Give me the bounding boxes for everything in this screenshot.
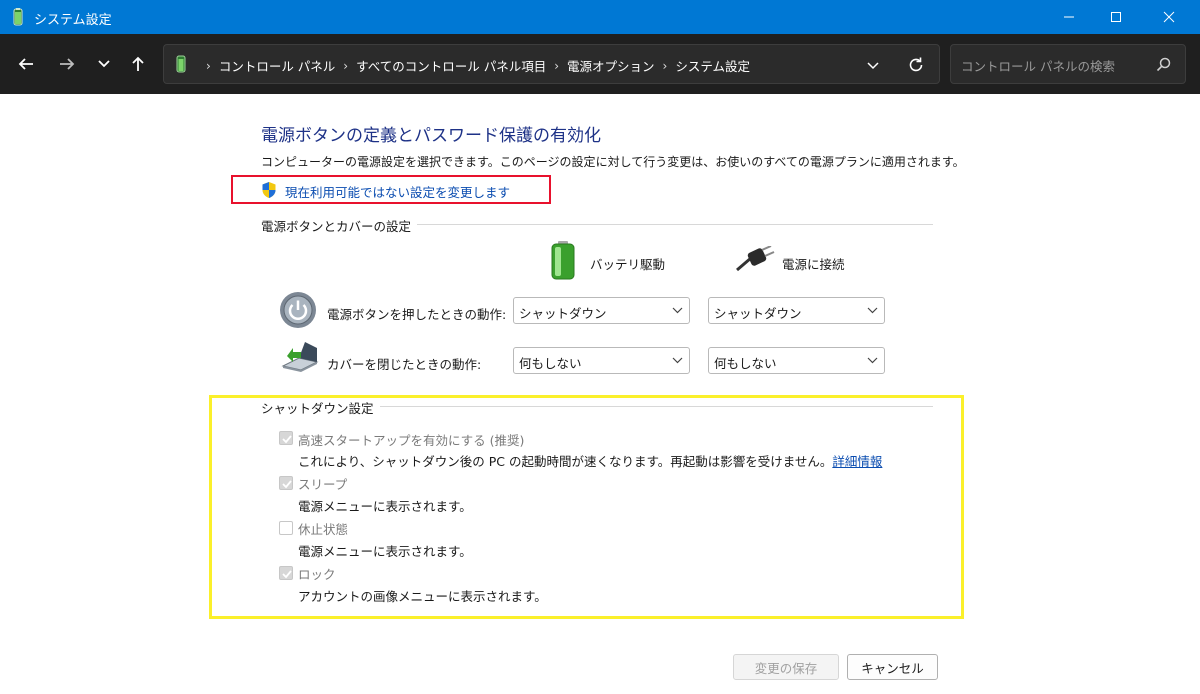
more-info-link[interactable]: 詳細情報	[832, 454, 882, 469]
checkmark-icon	[282, 480, 292, 489]
close-lid-plugged-select[interactable]: 何もしない	[708, 347, 885, 374]
forward-button[interactable]	[53, 50, 81, 78]
checkmark-icon	[282, 570, 292, 579]
hibernate-label: 休止状態	[298, 522, 349, 537]
save-changes-button[interactable]: 変更の保存	[733, 654, 839, 680]
chevron-down-icon	[867, 357, 878, 364]
breadcrumb-power-options[interactable]: 電源オプション	[567, 56, 655, 75]
arrow-up-icon	[132, 56, 144, 71]
fast-startup-checkbox[interactable]	[279, 431, 293, 445]
window-title: システム設定	[34, 13, 112, 28]
address-bar[interactable]: › コントロール パネル › すべてのコントロール パネル項目 › 電源オプショ…	[163, 44, 940, 84]
main-content: 電源ボタンの定義とパスワード保護の有効化 コンピューターの電源設定を選択できます…	[0, 94, 1200, 694]
title-bar[interactable]: システム設定	[0, 0, 1200, 34]
breadcrumb-separator-icon: ›	[662, 58, 668, 73]
lock-checkbox[interactable]	[279, 566, 293, 580]
refresh-button[interactable]	[906, 55, 926, 75]
lock-description: アカウントの画像メニューに表示されます。	[298, 589, 547, 604]
navigation-bar: › コントロール パネル › すべてのコントロール パネル項目 › 電源オプショ…	[0, 34, 1200, 94]
chevron-down-icon	[867, 307, 878, 314]
breadcrumb-separator-icon: ›	[343, 58, 349, 73]
plugged-in-column-label: 電源に接続	[782, 257, 845, 272]
power-button-battery-select[interactable]: シャットダウン	[513, 297, 690, 324]
shutdown-section-title: シャットダウン設定	[261, 398, 380, 417]
hibernate-description: 電源メニューに表示されます。	[298, 544, 472, 559]
power-button-icon	[279, 291, 317, 333]
power-button-plugged-select[interactable]: シャットダウン	[708, 297, 885, 324]
hibernate-checkbox[interactable]	[279, 521, 293, 535]
arrow-right-icon	[60, 58, 75, 70]
uac-shield-icon	[261, 181, 277, 199]
system-settings-window: システム設定 › コントロール パネル › すべてのコントロール パネル項目 ›…	[0, 0, 1200, 694]
battery-app-icon	[10, 8, 26, 26]
selected-value: 何もしない	[519, 356, 582, 371]
control-panel-icon	[174, 55, 188, 73]
fast-startup-description: これにより、シャットダウン後の PC の起動時間が速くなります。再起動は影響を受…	[298, 451, 882, 470]
close-button[interactable]	[1146, 0, 1192, 34]
fast-startup-description-text: これにより、シャットダウン後の PC の起動時間が速くなります。再起動は影響を受…	[298, 454, 833, 469]
power-buttons-section-title: 電源ボタンとカバーの設定	[261, 216, 418, 235]
chevron-down-icon	[672, 307, 683, 314]
recent-locations-button[interactable]	[90, 50, 118, 78]
minimize-icon	[1064, 16, 1074, 18]
laptop-lid-icon	[279, 340, 319, 378]
address-history-dropdown[interactable]	[864, 56, 882, 74]
search-icon[interactable]	[1155, 56, 1173, 74]
search-placeholder: コントロール パネルの検索	[961, 59, 1115, 74]
up-button[interactable]	[124, 50, 152, 78]
battery-column-label: バッテリ駆動	[590, 257, 666, 272]
breadcrumb-all-items[interactable]: すべてのコントロール パネル項目	[356, 56, 546, 75]
chevron-down-icon	[867, 62, 879, 70]
page-description: コンピューターの電源設定を選択できます。このページの設定に対して行う変更は、お使…	[261, 155, 965, 169]
fast-startup-label: 高速スタートアップを有効にする (推奨)	[298, 433, 525, 448]
breadcrumb-separator-icon: ›	[206, 58, 211, 73]
cancel-button[interactable]: キャンセル	[847, 654, 938, 680]
lock-label: ロック	[298, 567, 336, 582]
sleep-checkbox[interactable]	[279, 476, 293, 490]
breadcrumb-separator-icon: ›	[554, 58, 560, 73]
breadcrumb-control-panel[interactable]: コントロール パネル	[219, 56, 335, 75]
close-icon	[1163, 11, 1175, 23]
page-title: 電源ボタンの定義とパスワード保護の有効化	[261, 126, 601, 146]
minimize-button[interactable]	[1046, 0, 1092, 34]
arrow-left-icon	[18, 58, 33, 70]
power-button-action-label: 電源ボタンを押したときの動作:	[327, 307, 507, 322]
change-unavailable-settings-link[interactable]: 現在利用可能ではない設定を変更します	[285, 182, 510, 201]
search-box[interactable]: コントロール パネルの検索	[950, 44, 1186, 84]
chevron-down-icon	[672, 357, 683, 364]
sleep-label: スリープ	[298, 477, 348, 492]
sleep-description: 電源メニューに表示されます。	[298, 499, 472, 514]
selected-value: 何もしない	[714, 356, 777, 371]
chevron-down-icon	[98, 60, 110, 68]
battery-icon	[549, 240, 577, 284]
breadcrumb-system-settings[interactable]: システム設定	[675, 56, 750, 75]
selected-value: シャットダウン	[519, 306, 607, 321]
breadcrumb: › コントロール パネル › すべてのコントロール パネル項目 › 電源オプショ…	[198, 56, 750, 75]
maximize-icon	[1111, 12, 1121, 22]
back-button[interactable]	[12, 50, 40, 78]
power-plug-icon	[735, 245, 775, 276]
close-lid-battery-select[interactable]: 何もしない	[513, 347, 690, 374]
checkmark-icon	[282, 435, 292, 444]
selected-value: シャットダウン	[714, 306, 802, 321]
refresh-icon	[909, 57, 923, 72]
maximize-button[interactable]	[1093, 0, 1139, 34]
close-lid-action-label: カバーを閉じたときの動作:	[327, 357, 482, 372]
